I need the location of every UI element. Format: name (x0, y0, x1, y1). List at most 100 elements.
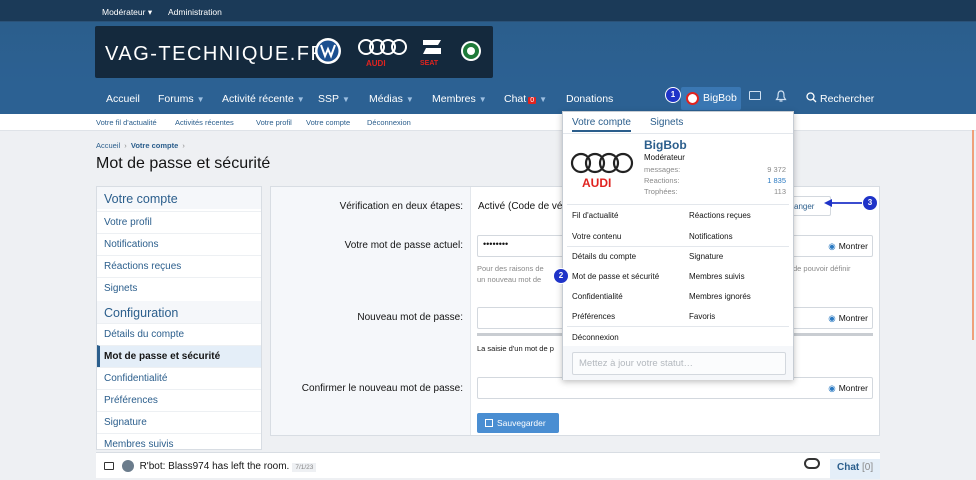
show-confirm-password-button[interactable]: ◉ Montrer (828, 383, 868, 394)
sub-nav: Votre fil d'actualité Activités récentes… (0, 114, 976, 131)
audi-rings-icon (358, 39, 407, 55)
sidebar-item-preferences[interactable]: Préférences (97, 389, 261, 411)
sidebar-item-account-details[interactable]: Détails du compte (97, 323, 261, 345)
subnav-recent-activity[interactable]: Activités récentes (175, 118, 234, 127)
menu-role: Modérateur (644, 153, 685, 162)
menu-news-feed[interactable]: Fil d'actualité (572, 211, 618, 220)
menu-username[interactable]: BigBob (644, 138, 687, 152)
menu-favorites[interactable]: Favoris (689, 312, 715, 321)
sidebar-item-following[interactable]: Membres suivis (97, 433, 261, 450)
nav-recent-activity[interactable]: Activité récente ▼ (222, 93, 305, 105)
sidebar-item-password-security[interactable]: Mot de passe et sécurité (97, 345, 261, 367)
stat-messages: messages: 9 372 (644, 165, 786, 174)
stat-trophies: Trophées: 113 (644, 187, 786, 196)
menu-your-content[interactable]: Votre contenu (572, 232, 621, 241)
nav-forums[interactable]: Forums ▼ (158, 93, 205, 105)
annotation-marker-1: 1 (665, 87, 681, 103)
nav-members[interactable]: Membres ▼ (432, 93, 487, 105)
nav-donations[interactable]: Donations (566, 93, 613, 105)
chat-bar: R'bot: Blass974 has left the room. 7/1/23 (96, 452, 880, 478)
menu-account-details[interactable]: Détails du compte (572, 252, 636, 261)
tab-your-account[interactable]: Votre compte (572, 117, 631, 132)
chevron-down-icon: ▼ (296, 95, 305, 104)
chat-last-message[interactable]: R'bot: Blass974 has left the room. 7/1/23 (104, 460, 317, 472)
moderator-menu[interactable]: Modérateur ▾ (102, 7, 152, 18)
avatar-brand-text: AUDI (582, 176, 612, 190)
menu-signature[interactable]: Signature (689, 252, 723, 261)
sidebar-item-profile[interactable]: Votre profil (97, 211, 261, 233)
sidebar-item-notifications[interactable]: Notifications (97, 233, 261, 255)
user-dropdown-menu: Votre compte Signets AUDI BigBob Modérat… (562, 111, 794, 380)
bell-icon[interactable] (775, 90, 787, 103)
chat-toggle-icon[interactable] (804, 458, 820, 469)
show-current-password-button[interactable]: ◉ Montrer (828, 241, 868, 252)
save-button[interactable]: Sauvegarder (477, 413, 559, 433)
nav-media[interactable]: Médias ▼ (369, 93, 414, 105)
current-password-hint-1: Pour des raisons de (477, 264, 544, 273)
chevron-down-icon: ▼ (342, 95, 350, 104)
stat-reactions[interactable]: Reactions: 1 835 (644, 176, 786, 185)
subnav-logout[interactable]: Déconnexion (367, 118, 411, 127)
site-header: VAG-TECHNIQUE.FR AUDI SEAT (0, 22, 976, 84)
menu-reactions-received[interactable]: Réactions reçues (689, 211, 751, 220)
subnav-profile[interactable]: Votre profil (256, 118, 292, 127)
inbox-icon[interactable] (749, 91, 761, 100)
chevron-down-icon: ▼ (405, 95, 414, 104)
avatar (686, 92, 699, 105)
main-nav: Accueil Forums ▼ Activité récente ▼ SSP ▼ M… (0, 84, 976, 114)
audi-brand-text: AUDI (366, 59, 386, 68)
annotation-marker-2: 2 (553, 268, 569, 284)
tab-bookmarks[interactable]: Signets (650, 117, 683, 128)
menu-notifications[interactable]: Notifications (689, 232, 733, 241)
logo-text: VAG-TECHNIQUE.FR (105, 43, 327, 65)
breadcrumb-account[interactable]: Votre compte (131, 141, 178, 150)
staff-bar: Modérateur ▾ Administration (0, 0, 976, 22)
sidebar-section-account: Votre compte (97, 187, 261, 209)
show-new-password-button[interactable]: ◉ Montrer (828, 313, 868, 324)
subnav-account[interactable]: Votre compte (306, 118, 350, 127)
site-logo[interactable]: VAG-TECHNIQUE.FR AUDI SEAT (95, 26, 493, 78)
chat-count-badge: 0 (528, 97, 537, 104)
new-password-hint: La saisie d'un mot de p (477, 344, 554, 353)
current-password-label: Votre mot de passe actuel: (344, 240, 463, 251)
nav-home[interactable]: Accueil (106, 93, 140, 105)
nav-ssp[interactable]: SSP ▼ (318, 93, 350, 105)
menu-following[interactable]: Membres suivis (689, 272, 745, 281)
sidebar-item-reactions[interactable]: Réactions reçues (97, 255, 261, 277)
chat-bubble-icon (104, 462, 114, 470)
eye-icon: ◉ (828, 313, 836, 323)
sidebar-item-signature[interactable]: Signature (97, 411, 261, 433)
status-update-input[interactable]: Mettez à jour votre statut… (572, 352, 786, 375)
account-sidebar: Votre compte Votre profil Notifications … (96, 186, 262, 450)
admin-link[interactable]: Administration (168, 7, 222, 17)
annotation-marker-3: 3 (862, 195, 878, 211)
nav-chat[interactable]: Chat 0 ▼ (504, 93, 547, 105)
nav-search[interactable]: Rechercher (820, 93, 874, 105)
breadcrumb-home[interactable]: Accueil (96, 141, 120, 150)
skoda-logo-icon (461, 41, 481, 61)
menu-preferences[interactable]: Préférences (572, 312, 615, 321)
chevron-down-icon: ▼ (196, 95, 205, 104)
current-password-hint-2: un nouveau mot de (477, 275, 542, 284)
subnav-news-feed[interactable]: Votre fil d'actualité (96, 118, 157, 127)
menu-password-security[interactable]: Mot de passe et sécurité (572, 272, 659, 281)
user-menu-tabs: Votre compte Signets (563, 112, 793, 134)
menu-logout[interactable]: Déconnexion (572, 333, 619, 342)
confirm-password-input[interactable]: ◉ Montrer (477, 377, 873, 399)
seat-brand-text: SEAT (420, 60, 439, 67)
two-step-status: Activé (Code de vé (478, 201, 563, 212)
menu-ignoring[interactable]: Membres ignorés (689, 292, 751, 301)
chat-time: 7/1/23 (292, 463, 317, 472)
page-title: Mot de passe et sécurité (96, 155, 271, 172)
menu-privacy[interactable]: Confidentialité (572, 292, 623, 301)
chat-open-button[interactable]: Chat [0] (830, 459, 880, 479)
current-password-value: •••••••• (483, 239, 509, 249)
bot-avatar (121, 460, 134, 472)
user-menu-trigger[interactable]: BigBob (681, 87, 741, 110)
current-password-hint-right: de pouvoir définir (793, 264, 851, 273)
two-step-label: Vérification en deux étapes: (339, 201, 463, 212)
search-icon[interactable] (806, 92, 817, 103)
sidebar-item-bookmarks[interactable]: Signets (97, 277, 261, 299)
user-name: BigBob (703, 92, 737, 104)
sidebar-item-privacy[interactable]: Confidentialité (97, 367, 261, 389)
